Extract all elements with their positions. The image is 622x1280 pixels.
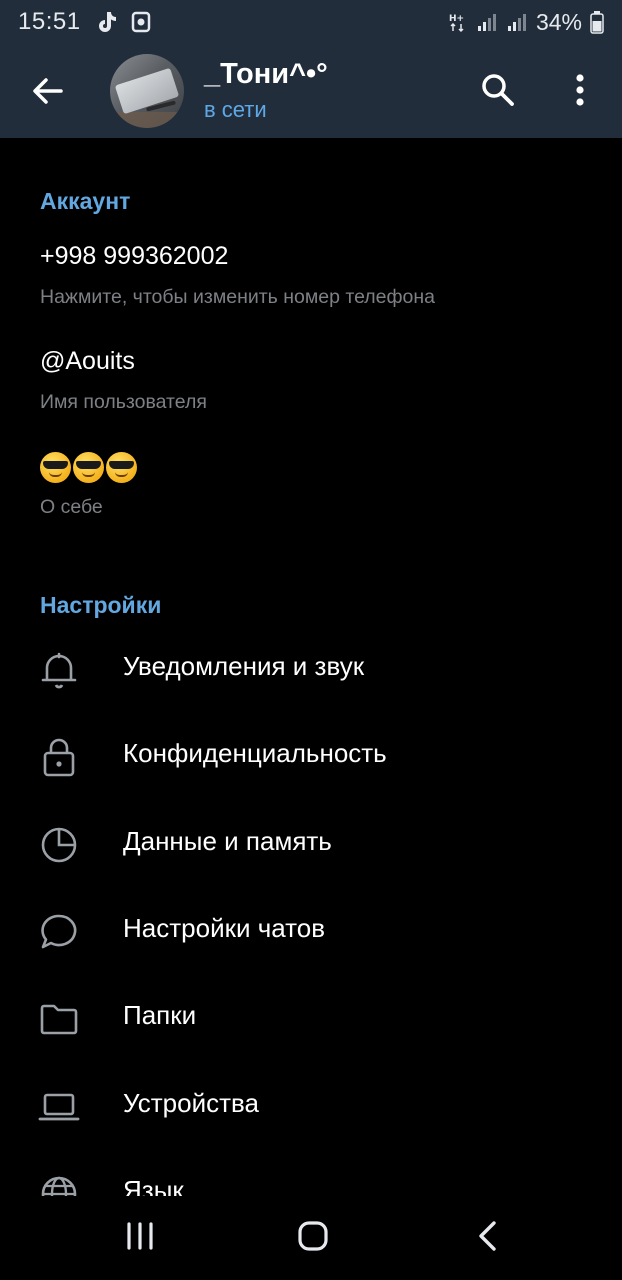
sunglasses-emoji-icon	[73, 452, 104, 483]
lock-icon	[38, 736, 80, 778]
status-time: 15:51	[18, 8, 81, 35]
globe-icon	[38, 1173, 80, 1196]
chevron-left-icon	[479, 1221, 496, 1251]
arrow-left-icon	[33, 78, 63, 104]
signal-icon-1	[476, 12, 498, 32]
online-status: в сети	[204, 97, 267, 122]
settings-item-language[interactable]: Язык	[0, 1151, 622, 1196]
laptop-icon	[38, 1086, 80, 1128]
home-button[interactable]	[288, 1216, 338, 1256]
settings-item-folders[interactable]: Папки	[0, 976, 622, 1062]
username-hint: Имя пользователя	[40, 391, 207, 413]
phone-hint: Нажмите, чтобы изменить номер телефона	[40, 286, 435, 308]
battery-icon	[590, 10, 604, 34]
account-section-title: Аккаунт	[40, 188, 131, 214]
recent-apps-button[interactable]	[116, 1216, 166, 1256]
system-nav-bar	[0, 1196, 622, 1280]
app-bar: _Тони^•° в сети	[0, 44, 622, 138]
username[interactable]: @Aouits	[40, 347, 135, 376]
battery-percent: 34%	[535, 8, 582, 35]
search-icon	[482, 74, 514, 106]
recent-apps-icon	[127, 1222, 153, 1250]
bio-hint: О себе	[40, 496, 103, 518]
settings-item-label: Устройства	[123, 1088, 260, 1118]
settings-item-data-storage[interactable]: Данные и память	[0, 802, 622, 888]
search-button[interactable]	[478, 70, 518, 110]
settings-content[interactable]: Аккаунт +998 999362002 Нажмите, чтобы из…	[0, 138, 622, 1196]
status-bar: 15:51 H+ 34%	[0, 0, 622, 44]
system-back-button[interactable]	[462, 1216, 512, 1256]
settings-item-label: Уведомления и звук	[123, 651, 365, 681]
avatar[interactable]	[110, 54, 184, 128]
settings-item-notifications[interactable]: Уведомления и звук	[0, 627, 622, 713]
settings-item-label: Настройки чатов	[123, 913, 326, 943]
screen-record-icon	[131, 11, 151, 33]
settings-item-label: Данные и память	[123, 826, 332, 856]
svg-text:H+: H+	[449, 14, 464, 24]
bell-icon	[38, 649, 80, 691]
profile-name[interactable]: _Тони^•°	[204, 58, 328, 91]
settings-item-label: Конфиденциальность	[123, 738, 387, 768]
back-button[interactable]	[28, 71, 68, 111]
pie-chart-icon	[38, 824, 80, 866]
folder-icon	[38, 998, 80, 1040]
settings-item-privacy[interactable]: Конфиденциальность	[0, 714, 622, 800]
home-icon	[298, 1221, 328, 1251]
settings-item-label: Папки	[123, 1000, 197, 1030]
signal-icon-2	[506, 12, 528, 32]
more-options-button[interactable]	[560, 70, 600, 110]
settings-section-title: Настройки	[40, 592, 162, 618]
chat-bubble-icon	[38, 911, 80, 953]
more-vertical-icon	[576, 74, 584, 106]
network-type-icon: H+	[448, 11, 468, 33]
settings-item-label: Язык	[123, 1175, 184, 1196]
sunglasses-emoji-icon	[106, 452, 137, 483]
settings-item-devices[interactable]: Устройства	[0, 1064, 622, 1150]
bio-value[interactable]	[40, 452, 137, 483]
phone-number[interactable]: +998 999362002	[40, 242, 228, 271]
sunglasses-emoji-icon	[40, 452, 71, 483]
tiktok-icon	[95, 10, 117, 34]
settings-item-chat-settings[interactable]: Настройки чатов	[0, 889, 622, 975]
